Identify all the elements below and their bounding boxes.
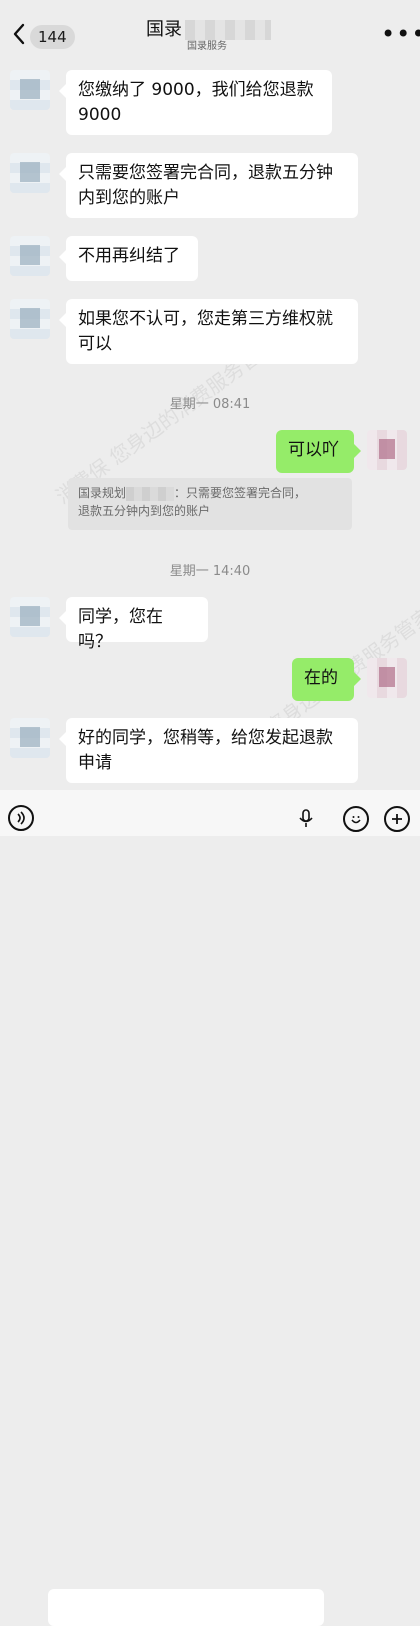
message-line: 内到您的账户 <box>78 188 180 208</box>
emoji-icon[interactable] <box>343 806 369 832</box>
quote-line-2: 退款五分钟内到您的账户 <box>78 504 211 518</box>
chat-header: 144 国录 国录服务 ••• <box>0 0 420 58</box>
timestamp: 星期一 08:41 <box>169 397 251 412</box>
timestamp: 星期一 14:40 <box>169 564 251 579</box>
message-line: 如果您不认可，您走第三方维权就 <box>78 309 333 329</box>
quote-sender-mosaic <box>126 486 175 501</box>
message-line: 可以吖 <box>288 440 339 460</box>
avatar[interactable] <box>10 70 50 110</box>
quoted-message[interactable]: 国录规划 ：只需要您签署完合同， 退款五分钟内到您的账户 <box>68 478 352 530</box>
avatar[interactable] <box>10 718 50 758</box>
message-bubble-sent: 在的 <box>292 658 361 701</box>
avatar[interactable] <box>10 299 50 339</box>
unread-count-badge[interactable]: 144 <box>30 25 75 49</box>
avatar[interactable] <box>10 153 50 193</box>
message-line: 好的同学，您稍等，给您发起退款 <box>78 728 333 748</box>
voice-icon[interactable] <box>8 805 34 831</box>
add-icon[interactable] <box>384 806 410 832</box>
avatar[interactable] <box>367 430 407 470</box>
message-line: 9000 <box>78 105 122 125</box>
avatar[interactable] <box>367 658 407 698</box>
message-bubble: 如果您不认可，您走第三方维权就 可以 <box>59 299 358 364</box>
message-bubble: 同学，您在吗？ <box>59 597 208 652</box>
message-line: 您缴纳了 9000，我们给您退款 <box>78 80 314 100</box>
chat-subtitle: 国录服务 <box>187 41 227 52</box>
more-icon[interactable]: ••• <box>381 22 420 46</box>
message-bubble: 只需要您签署完合同，退款五分钟 内到您的账户 <box>59 153 358 218</box>
avatar[interactable] <box>10 597 50 637</box>
message-line: 不用再纠结了 <box>78 246 180 266</box>
input-bar <box>0 790 420 1626</box>
message-bubble: 您缴纳了 9000，我们给您退款 9000 <box>59 70 332 135</box>
message-bubble-sent: 可以吖 <box>276 430 361 473</box>
quote-text: ：只需要您签署完合同， <box>174 486 307 500</box>
quote-line-1: 国录规划 ：只需要您签署完合同， <box>78 484 342 502</box>
message-line: 申请 <box>78 753 112 773</box>
message-line: 同学，您在吗？ <box>78 607 163 652</box>
message-bubble: 不用再纠结了 <box>59 236 198 281</box>
message-input[interactable] <box>48 1589 324 1626</box>
back-icon[interactable] <box>8 20 30 48</box>
message-line: 可以 <box>78 334 112 354</box>
message-line: 只需要您签署完合同，退款五分钟 <box>78 163 333 183</box>
title-mosaic <box>185 20 271 40</box>
avatar[interactable] <box>10 236 50 276</box>
quote-sender: 国录规划 <box>78 486 127 500</box>
message-line: 在的 <box>304 668 338 688</box>
mic-icon[interactable] <box>298 809 314 829</box>
chat-title: 国录 <box>146 19 182 40</box>
message-bubble: 好的同学，您稍等，给您发起退款 申请 <box>59 718 358 783</box>
